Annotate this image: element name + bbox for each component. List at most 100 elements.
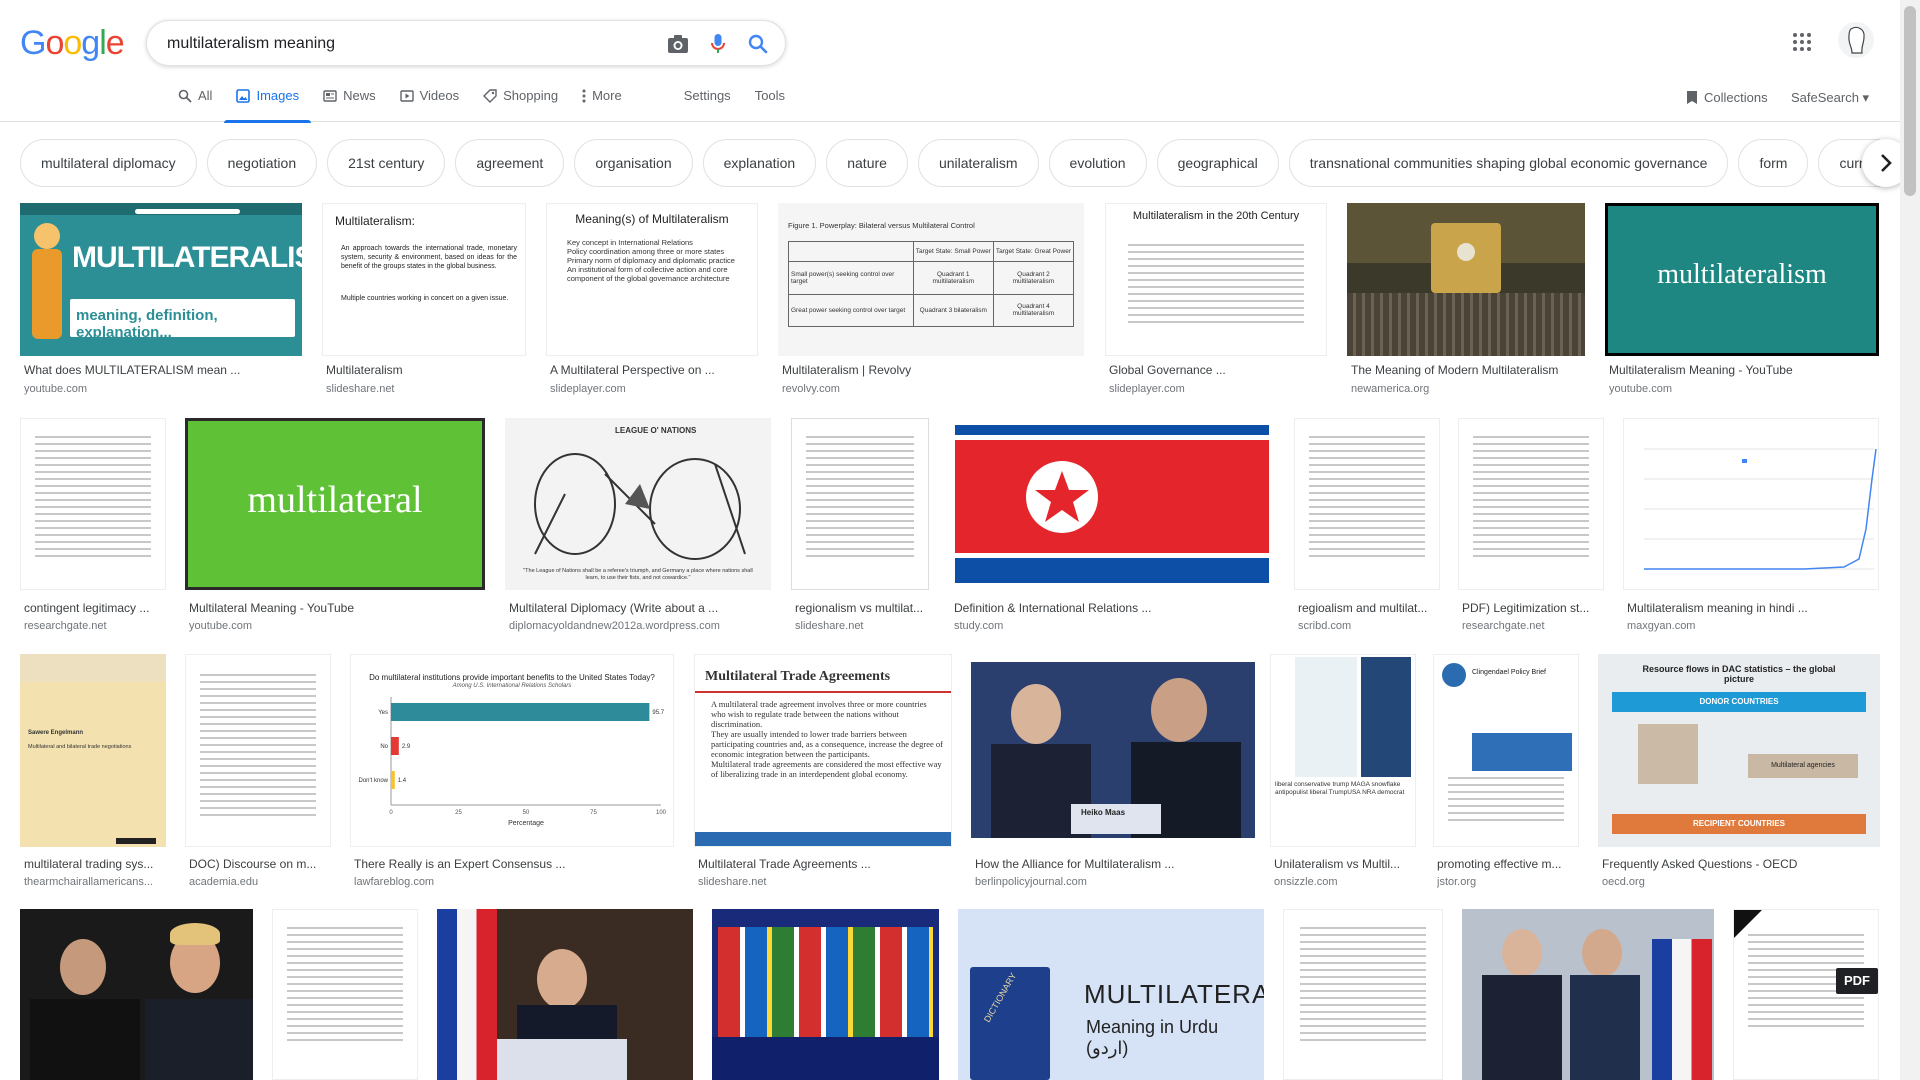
result-title: multilateral trading sys... bbox=[24, 857, 154, 871]
result-title: What does MULTILATERALISM mean ... bbox=[24, 363, 241, 377]
search-input[interactable] bbox=[167, 32, 637, 56]
image-result[interactable]: LEAGUE O' NATIONS "The League of Nations… bbox=[505, 418, 771, 633]
apps-grid-icon[interactable] bbox=[1792, 32, 1812, 57]
category-label: Don't know bbox=[359, 778, 389, 784]
image-result[interactable]: PDF) Legitimization st... researchgate.n… bbox=[1458, 418, 1604, 633]
avatar[interactable] bbox=[1838, 22, 1874, 58]
result-source: slideshare.net bbox=[795, 620, 864, 632]
camera-icon[interactable] bbox=[665, 31, 691, 57]
thumb-text: Policy coordination among three or more … bbox=[567, 247, 725, 256]
scrollbar-thumb[interactable] bbox=[1904, 6, 1916, 196]
tools-link[interactable]: Tools bbox=[743, 88, 797, 122]
related-search-chip[interactable]: unilateralism bbox=[917, 139, 1039, 187]
image-result[interactable]: liberal conservative trump MAGA snowflak… bbox=[1270, 654, 1416, 890]
related-search-chip[interactable]: agreement bbox=[455, 139, 565, 187]
google-logo[interactable]: Google bbox=[20, 24, 125, 63]
result-source: scribd.com bbox=[1298, 620, 1352, 632]
microphone-icon[interactable] bbox=[705, 31, 731, 57]
table-cell: Quadrant 3 bilateralism bbox=[912, 293, 994, 328]
image-result[interactable]: PDF bbox=[1733, 909, 1879, 1080]
tab-label: Shopping bbox=[503, 88, 559, 103]
related-search-chip[interactable]: geographical bbox=[1156, 139, 1279, 187]
tab-images[interactable]: Images bbox=[224, 88, 311, 123]
image-result[interactable]: regionalism vs multilat... slideshare.ne… bbox=[791, 418, 929, 633]
thumb-text: They are usually intended to lower trade… bbox=[711, 729, 943, 759]
result-title: Definition & International Relations ... bbox=[954, 601, 1152, 615]
result-source: revolvy.com bbox=[782, 383, 840, 395]
image-result[interactable]: Figure 1. Powerplay: Bilateral versus Mu… bbox=[778, 203, 1084, 398]
image-result[interactable]: contingent legitimacy ... researchgate.n… bbox=[20, 418, 166, 633]
related-search-chip[interactable]: 21st century bbox=[327, 139, 446, 187]
related-search-chip[interactable]: evolution bbox=[1048, 139, 1147, 187]
line-chart-thumbnail bbox=[1644, 448, 1877, 570]
chevron-right-icon bbox=[1881, 154, 1892, 172]
image-result[interactable]: Multilateral Trade Agreements A multilat… bbox=[694, 654, 952, 890]
image-result[interactable]: Clingendael Policy Brief promoting effec… bbox=[1433, 654, 1579, 890]
image-result[interactable] bbox=[20, 909, 253, 1080]
result-title: DOC) Discourse on m... bbox=[189, 857, 317, 871]
image-result[interactable]: The Meaning of Modern Multilateralism ne… bbox=[1347, 203, 1585, 398]
image-result[interactable]: Multilateralism: An approach towards the… bbox=[322, 203, 526, 398]
image-result[interactable]: regioalism and multilat... scribd.com bbox=[1294, 418, 1440, 633]
result-source: academia.edu bbox=[189, 876, 259, 888]
image-result[interactable]: Multilateralism meaning in hindi ... max… bbox=[1623, 418, 1879, 633]
search-icon[interactable] bbox=[745, 31, 771, 57]
table-cell: Great power seeking control over target bbox=[788, 293, 914, 328]
image-result[interactable]: Heiko Maas How the Alliance for Multilat… bbox=[971, 654, 1255, 890]
result-title: Multilateralism Meaning - YouTube bbox=[1609, 363, 1793, 377]
image-result[interactable]: DOC) Discourse on m... academia.edu bbox=[185, 654, 331, 890]
tab-shopping[interactable]: Shopping bbox=[471, 88, 570, 122]
search-box bbox=[146, 20, 786, 66]
image-result[interactable] bbox=[437, 909, 693, 1080]
image-result[interactable]: Resource flows in DAC statistics – the g… bbox=[1598, 654, 1880, 890]
category-label: Yes bbox=[378, 710, 388, 716]
cartoon-illustration bbox=[534, 453, 746, 560]
collections-link[interactable]: Collections bbox=[1686, 90, 1768, 105]
result-title: How the Alliance for Multilateralism ... bbox=[975, 857, 1175, 871]
result-source: jstor.org bbox=[1437, 876, 1477, 888]
related-search-chip[interactable]: nature bbox=[826, 139, 908, 187]
settings-link[interactable]: Settings bbox=[672, 88, 743, 122]
image-result[interactable]: multilateralism Multilateralism Meaning … bbox=[1605, 203, 1879, 398]
related-search-chip[interactable]: multilateral diplomacy bbox=[20, 139, 197, 187]
video-icon bbox=[399, 88, 414, 106]
result-title: Multilateral Diplomacy (Write about a ..… bbox=[509, 601, 719, 615]
related-search-chip[interactable]: negotiation bbox=[206, 139, 318, 187]
image-result[interactable] bbox=[1283, 909, 1443, 1080]
related-search-chip[interactable]: form bbox=[1738, 139, 1809, 187]
image-result[interactable]: Sawere Engelmann Multilateral and bilate… bbox=[20, 654, 166, 890]
image-result[interactable]: Multilateralism in the 20th Century Glob… bbox=[1105, 203, 1327, 398]
tab-news[interactable]: News bbox=[311, 88, 388, 122]
result-source: slideshare.net bbox=[326, 383, 395, 395]
image-result[interactable]: Do multilateral institutions provide imp… bbox=[350, 654, 674, 890]
tab-videos[interactable]: Videos bbox=[388, 88, 472, 122]
tab-more[interactable]: More bbox=[570, 88, 634, 122]
result-source: newamerica.org bbox=[1351, 383, 1430, 395]
related-search-chip[interactable]: organisation bbox=[574, 139, 693, 187]
image-result[interactable]: multilateral Multilateral Meaning - YouT… bbox=[185, 418, 485, 633]
image-result[interactable]: Definition & International Relations ...… bbox=[950, 418, 1274, 633]
result-source: oecd.org bbox=[1602, 876, 1645, 888]
logo-letter: o bbox=[45, 24, 64, 62]
page-scrollbar[interactable] bbox=[1900, 0, 1920, 1080]
safesearch-menu[interactable]: SafeSearch ▾ bbox=[1791, 90, 1869, 106]
thumb-text: Sawere Engelmann bbox=[28, 730, 84, 736]
table-cell bbox=[788, 240, 914, 263]
news-icon bbox=[323, 88, 337, 106]
result-title: Unilateralism vs Multil... bbox=[1274, 857, 1401, 871]
related-search-chip[interactable]: explanation bbox=[702, 139, 817, 187]
related-search-chip[interactable]: transnational communities shaping global… bbox=[1288, 139, 1729, 187]
search-icon bbox=[178, 88, 192, 106]
tab-all[interactable]: All bbox=[166, 88, 224, 122]
image-result[interactable]: Meaning(s) of Multilateralism Key concep… bbox=[546, 203, 758, 398]
thumb-text: Meaning(s) of Multilateralism bbox=[575, 212, 729, 226]
image-result[interactable]: MULTILATERALISM meaning, definition, exp… bbox=[20, 203, 302, 398]
thumb-text: Key concept in International Relations bbox=[567, 238, 693, 247]
header: Google All Images News Videos Shopping More Se… bbox=[0, 0, 1920, 123]
logo-letter: g bbox=[81, 24, 100, 62]
image-result[interactable] bbox=[272, 909, 418, 1080]
thumb-text: Multiple countries working in concert on… bbox=[341, 295, 509, 302]
image-result[interactable]: DICTIONARY MULTILATERAL Meaning in Urdu … bbox=[958, 909, 1264, 1080]
image-result[interactable] bbox=[1462, 909, 1714, 1080]
image-result[interactable] bbox=[712, 909, 939, 1080]
